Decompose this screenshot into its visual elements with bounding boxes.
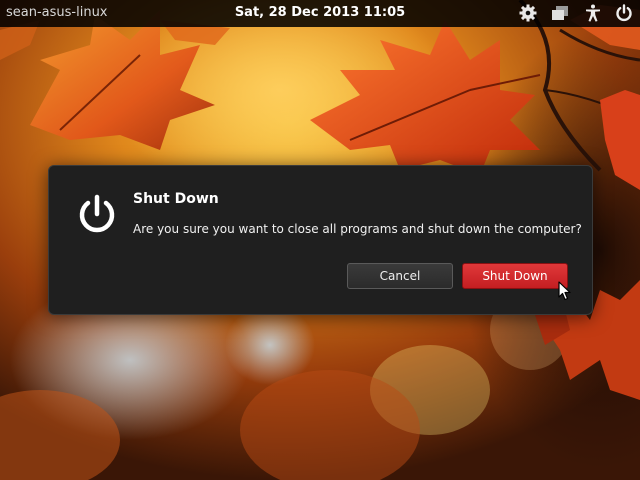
desktop-screen: sean-asus-linux Sat, 28 Dec 2013 11:05 S…	[0, 0, 640, 480]
workspaces-icon[interactable]	[550, 3, 570, 23]
power-icon[interactable]	[614, 3, 634, 23]
shutdown-button[interactable]: Shut Down	[462, 263, 568, 289]
top-panel: sean-asus-linux Sat, 28 Dec 2013 11:05	[0, 0, 640, 27]
shutdown-dialog: Shut Down Are you sure you want to close…	[48, 165, 593, 315]
cancel-button[interactable]: Cancel	[347, 263, 453, 289]
power-icon	[79, 194, 115, 233]
mouse-pointer-icon	[558, 281, 571, 301]
clock[interactable]: Sat, 28 Dec 2013 11:05	[0, 5, 640, 20]
accessibility-icon[interactable]	[583, 3, 603, 23]
dialog-message: Are you sure you want to close all progr…	[133, 222, 582, 236]
gear-icon[interactable]	[518, 3, 538, 23]
dialog-title: Shut Down	[133, 191, 219, 207]
